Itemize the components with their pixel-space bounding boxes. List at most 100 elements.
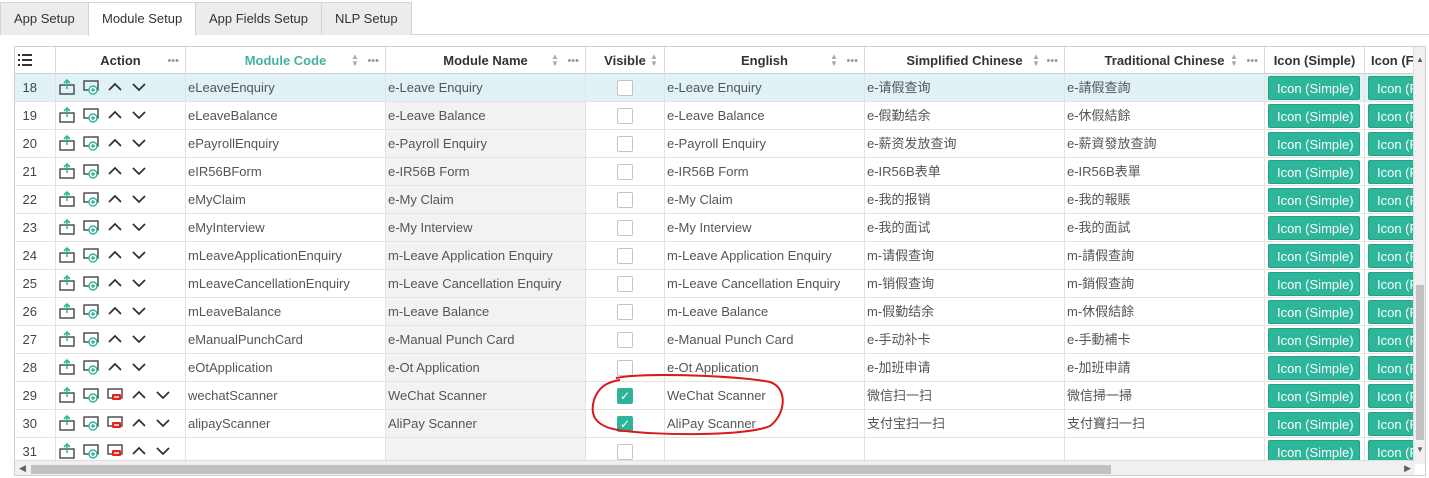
english-cell[interactable]: e-My Claim (665, 186, 865, 214)
visible-cell[interactable]: ✓ (586, 382, 665, 410)
scroll-left-icon[interactable]: ◀ (19, 463, 26, 474)
module-code-cell[interactable]: wechatScanner (186, 382, 386, 410)
simplified-chinese-cell[interactable]: e-薪资发放查询 (865, 130, 1065, 158)
visible-cell[interactable] (586, 102, 665, 130)
export-icon[interactable] (58, 78, 76, 96)
export-icon[interactable] (58, 162, 76, 180)
traditional-chinese-cell[interactable]: e-我的報賬 (1065, 186, 1265, 214)
simplified-chinese-cell[interactable]: 支付宝扫一扫 (865, 410, 1065, 438)
chevron-up-icon[interactable] (106, 330, 124, 348)
table-row[interactable]: 18 eLeaveEnquiry e-Leave Enquiry e-Leave En… (15, 74, 1425, 102)
visible-cell[interactable] (586, 214, 665, 242)
header-icon-simple[interactable]: Icon (Simple) (1265, 47, 1365, 74)
vertical-scrollbar[interactable]: ▲ ▼ (1413, 47, 1425, 464)
english-cell[interactable]: m-Leave Balance (665, 298, 865, 326)
chevron-up-icon[interactable] (130, 442, 148, 460)
icon-simple-button[interactable]: Icon (Simple) (1268, 356, 1360, 380)
tab-app-setup[interactable]: App Setup (0, 2, 89, 35)
add-row-icon[interactable] (82, 386, 100, 404)
add-row-icon[interactable] (82, 162, 100, 180)
column-chooser-header[interactable] (15, 47, 56, 74)
traditional-chinese-cell[interactable]: m-休假結餘 (1065, 298, 1265, 326)
table-row[interactable]: 23 eMyInterview e-My Interview e-My Intervi… (15, 214, 1425, 242)
delete-row-icon[interactable] (106, 386, 124, 404)
table-row[interactable]: 21 eIR56BForm e-IR56B Form e-IR56B Form e-IR… (15, 158, 1425, 186)
export-icon[interactable] (58, 386, 76, 404)
chevron-up-icon[interactable] (106, 358, 124, 376)
chevron-up-icon[interactable] (106, 106, 124, 124)
table-row[interactable]: 25 mLeaveCancellationEnquiry m-Leave Cance… (15, 270, 1425, 298)
module-name-cell[interactable]: e-Leave Balance (386, 102, 586, 130)
visible-checkbox[interactable] (617, 276, 633, 292)
chevron-down-icon[interactable] (130, 134, 148, 152)
visible-cell[interactable] (586, 74, 665, 102)
icon-simple-button[interactable]: Icon (Simple) (1268, 216, 1360, 240)
column-menu-icon[interactable]: ••• (1246, 47, 1258, 73)
export-icon[interactable] (58, 302, 76, 320)
icon-simple-button[interactable]: Icon (Simple) (1268, 412, 1360, 436)
english-cell[interactable]: e-Leave Enquiry (665, 74, 865, 102)
chevron-down-icon[interactable] (130, 302, 148, 320)
add-row-icon[interactable] (82, 78, 100, 96)
table-row[interactable]: 24 mLeaveApplicationEnquiry m-Leave Applic… (15, 242, 1425, 270)
simplified-chinese-cell[interactable]: e-我的面试 (865, 214, 1065, 242)
chevron-up-icon[interactable] (106, 246, 124, 264)
column-menu-icon[interactable]: ••• (846, 47, 858, 73)
traditional-chinese-cell[interactable]: e-加班申請 (1065, 354, 1265, 382)
chevron-up-icon[interactable] (106, 162, 124, 180)
visible-checkbox[interactable]: ✓ (617, 388, 633, 404)
icon-simple-button[interactable]: Icon (Simple) (1268, 104, 1360, 128)
module-name-cell[interactable]: AliPay Scanner (386, 410, 586, 438)
module-code-cell[interactable]: eIR56BForm (186, 158, 386, 186)
header-visible[interactable]: Visible ▲ ▼ (586, 47, 665, 74)
horizontal-scroll-thumb[interactable] (31, 465, 1111, 474)
english-cell[interactable]: WeChat Scanner (665, 382, 865, 410)
add-row-icon[interactable] (82, 302, 100, 320)
export-icon[interactable] (58, 190, 76, 208)
export-icon[interactable] (58, 134, 76, 152)
chevron-down-icon[interactable] (130, 190, 148, 208)
vertical-scroll-thumb[interactable] (1416, 285, 1424, 440)
simplified-chinese-cell[interactable]: e-加班申请 (865, 354, 1065, 382)
sort-icon[interactable]: ▲ ▼ (1032, 53, 1040, 68)
module-code-cell[interactable]: mLeaveCancellationEnquiry (186, 270, 386, 298)
visible-checkbox[interactable]: ✓ (617, 416, 633, 432)
icon-simple-button[interactable]: Icon (Simple) (1268, 76, 1360, 100)
visible-cell[interactable] (586, 242, 665, 270)
header-module-name[interactable]: Module Name ▲ ▼ ••• (386, 47, 586, 74)
export-icon[interactable] (58, 442, 76, 460)
chevron-down-icon[interactable] (130, 218, 148, 236)
scroll-down-icon[interactable]: ▼ (1416, 445, 1424, 454)
english-cell[interactable]: e-Leave Balance (665, 102, 865, 130)
chevron-up-icon[interactable] (130, 414, 148, 432)
header-action[interactable]: Action ••• (56, 47, 186, 74)
simplified-chinese-cell[interactable]: e-手动补卡 (865, 326, 1065, 354)
chevron-up-icon[interactable] (106, 78, 124, 96)
visible-checkbox[interactable] (617, 248, 633, 264)
simplified-chinese-cell[interactable]: m-假勤结余 (865, 298, 1065, 326)
simplified-chinese-cell[interactable]: e-我的报销 (865, 186, 1065, 214)
chevron-down-icon[interactable] (154, 386, 172, 404)
column-menu-icon[interactable]: ••• (1046, 47, 1058, 73)
visible-checkbox[interactable] (617, 444, 633, 460)
sort-icon[interactable]: ▲ ▼ (830, 53, 838, 68)
add-row-icon[interactable] (82, 330, 100, 348)
icon-simple-button[interactable]: Icon (Simple) (1268, 132, 1360, 156)
table-row[interactable]: 22 eMyClaim e-My Claim e-My Claim e-我的报销 e-我的… (15, 186, 1425, 214)
chevron-up-icon[interactable] (106, 190, 124, 208)
module-code-cell[interactable]: mLeaveApplicationEnquiry (186, 242, 386, 270)
tab-module-setup[interactable]: Module Setup (88, 2, 196, 36)
chevron-up-icon[interactable] (106, 218, 124, 236)
chevron-down-icon[interactable] (130, 106, 148, 124)
export-icon[interactable] (58, 106, 76, 124)
icon-simple-button[interactable]: Icon (Simple) (1268, 160, 1360, 184)
traditional-chinese-cell[interactable]: m-請假查詢 (1065, 242, 1265, 270)
visible-checkbox[interactable] (617, 136, 633, 152)
sort-icon[interactable]: ▲ ▼ (650, 53, 658, 68)
english-cell[interactable]: e-My Interview (665, 214, 865, 242)
table-row[interactable]: 20 ePayrollEnquiry e-Payroll Enquiry e-Payr… (15, 130, 1425, 158)
export-icon[interactable] (58, 330, 76, 348)
english-cell[interactable]: e-IR56B Form (665, 158, 865, 186)
export-icon[interactable] (58, 246, 76, 264)
add-row-icon[interactable] (82, 414, 100, 432)
